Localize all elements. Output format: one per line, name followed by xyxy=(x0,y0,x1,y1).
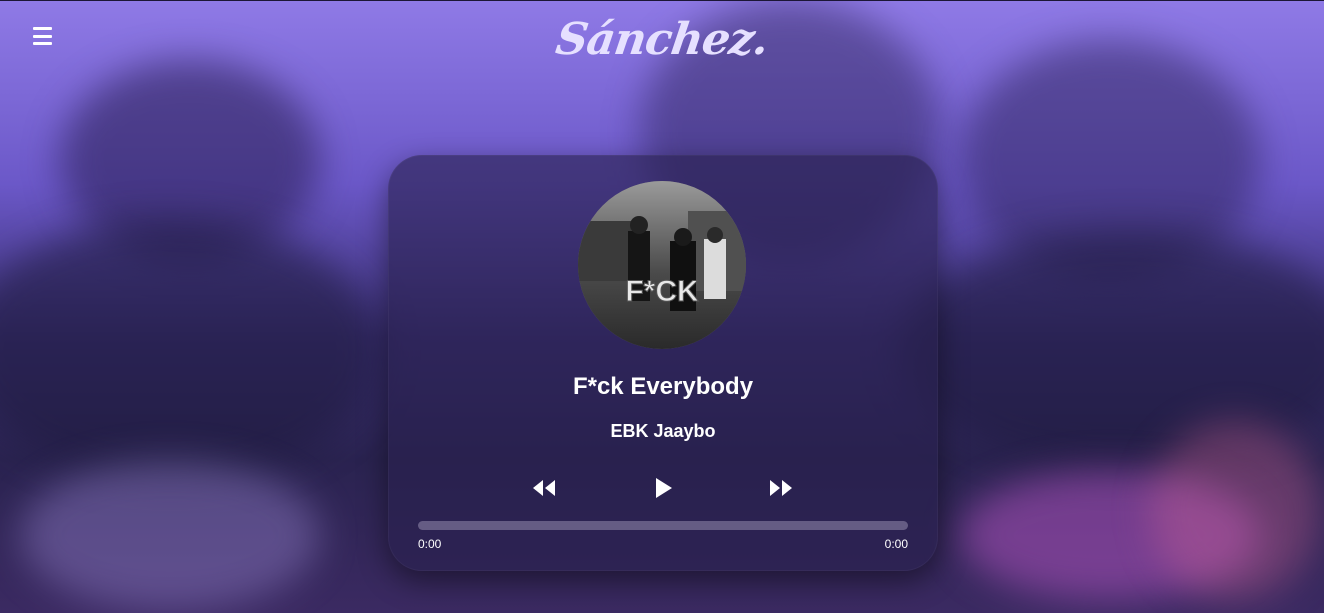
cover-text: F*CK xyxy=(625,275,699,308)
top-border xyxy=(0,0,1324,1)
current-time: 0:00 xyxy=(418,537,442,551)
previous-button[interactable] xyxy=(529,475,559,501)
next-button[interactable] xyxy=(766,475,796,501)
progress-bar[interactable] xyxy=(418,521,908,530)
album-cover-image: F*CK xyxy=(578,181,746,349)
brand-logo[interactable]: Sánchez. xyxy=(0,14,1324,65)
fast-forward-icon xyxy=(770,480,792,496)
artist-name: EBK Jaaybo xyxy=(610,421,716,441)
rewind-icon xyxy=(533,480,555,496)
play-button[interactable] xyxy=(648,475,678,501)
duration-time: 0:00 xyxy=(884,537,908,551)
song-title: F*ck Everybody xyxy=(572,373,754,400)
play-icon xyxy=(656,478,672,498)
music-player-card: F*CK F*ck Everybody EBK Jaaybo 0:00 0:00 xyxy=(388,155,938,571)
